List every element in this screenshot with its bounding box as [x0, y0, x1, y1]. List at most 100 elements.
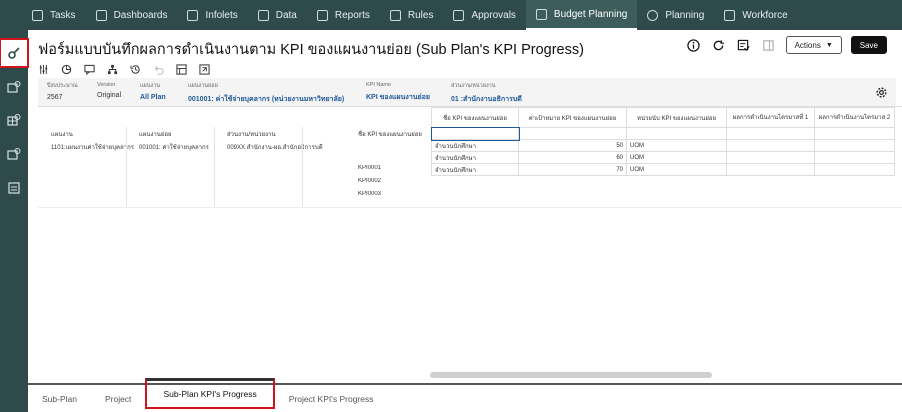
pov-fiscal-year[interactable]: ปีงบประมาณ 2567 — [47, 82, 78, 101]
sidebar-item-4[interactable] — [3, 177, 25, 199]
kpi-name-cell[interactable]: จำนวนนักศึกษา — [431, 139, 519, 152]
tab-sub-plan[interactable]: Sub-Plan — [28, 394, 91, 404]
nav-approvals-label: Approvals — [471, 9, 516, 21]
hierarchy-button[interactable] — [107, 64, 118, 75]
left-sidebar — [0, 30, 29, 412]
approvals-icon — [453, 9, 465, 21]
nav-tasks[interactable]: Tasks — [22, 0, 86, 30]
nav-reports[interactable]: Reports — [307, 0, 380, 30]
pov-value: 01 :สำนักงานอธิการบดี — [451, 96, 522, 103]
caret-down-icon: ▼ — [825, 41, 833, 49]
nav-workforce[interactable]: Workforce — [714, 0, 797, 30]
pov-value: Original — [97, 92, 122, 99]
form-validation-button[interactable] — [736, 37, 752, 53]
tab-sub-plan-kpi-progress[interactable]: Sub-Plan KPI's Progress — [145, 378, 275, 409]
infolets-icon — [187, 9, 199, 21]
grid-cell[interactable] — [814, 127, 895, 140]
kpi-name-cell[interactable]: จำนวนนักศึกษา — [431, 151, 519, 164]
info-button[interactable] — [686, 37, 702, 53]
settings-button[interactable] — [875, 86, 888, 104]
planning-icon — [647, 9, 659, 21]
pov-value: All Plan — [140, 94, 166, 101]
main-content: ฟอร์มแบบบันทึกผลการดำเนินงานตาม KPI ของแ… — [28, 30, 902, 412]
comment-button[interactable] — [84, 64, 95, 75]
history-button[interactable] — [130, 64, 141, 75]
kpi-name-cell[interactable]: จำนวนนักศึกษา — [431, 163, 519, 176]
nav-infolets-label: Infolets — [205, 9, 238, 21]
target-cell[interactable]: 50 — [518, 139, 627, 152]
nav-data[interactable]: Data — [248, 0, 307, 30]
kpi-code-cell[interactable]: KPI0002 — [358, 178, 381, 184]
column-header: ผลการดำเนินงานไตรมาสที่ 1 — [726, 107, 815, 128]
grid-cell[interactable] — [626, 127, 727, 140]
pov-kpi-name[interactable]: KPI Name KPI ของแผนงานย่อย — [366, 82, 430, 103]
pov-label: แผนงาน — [140, 83, 161, 89]
pov-label: แผนงานย่อย — [188, 83, 218, 89]
pov-sub-plan[interactable]: แผนงานย่อย 001001: ค่าใช้จ่ายบุคลากร (หน่… — [188, 82, 344, 105]
actions-button[interactable]: Actions ▼ — [785, 36, 842, 54]
unit-cell[interactable]: UOM — [626, 163, 727, 176]
sidebar-item-3[interactable] — [3, 143, 25, 165]
grid-cell[interactable] — [518, 127, 627, 140]
kpi-code-cell[interactable]: KPI0001 — [358, 165, 381, 171]
panel-toggle-button[interactable] — [761, 37, 777, 53]
row-header-area: แผนงาน แผนงานย่อย ส่วนงาน/หน่วยงาน ชื่อ … — [38, 127, 431, 159]
row-value-sub-plan[interactable]: 001001: ค่าใช้จ่ายบุคลากร — [139, 142, 223, 152]
adjust-button[interactable] — [38, 64, 49, 75]
undo-button[interactable] — [153, 64, 164, 75]
kpi-code-cell[interactable]: KPI0003 — [358, 191, 381, 197]
grid-cell[interactable] — [726, 139, 815, 152]
row-value-department[interactable]: 009XX สำนักงาน-ผอ.สำนักอธิการบดี — [227, 142, 355, 152]
form-clock-icon — [7, 81, 21, 93]
nav-budget-planning[interactable]: Budget Planning — [525, 0, 638, 30]
tab-project-kpi-progress[interactable]: Project KPI's Progress — [275, 394, 388, 404]
undo-icon — [154, 65, 164, 75]
tab-project[interactable]: Project — [91, 394, 145, 404]
export-button[interactable] — [199, 64, 210, 75]
table-icon — [176, 64, 187, 75]
panel-icon — [763, 39, 774, 51]
budget-planning-icon — [535, 8, 547, 20]
nav-infolets[interactable]: Infolets — [177, 0, 247, 30]
unit-cell[interactable]: UOM — [626, 139, 727, 152]
nav-planning[interactable]: Planning — [637, 0, 714, 30]
nav-rules[interactable]: Rules — [380, 0, 444, 30]
sidebar-item-2[interactable] — [3, 109, 25, 131]
workforce-icon — [724, 9, 736, 21]
table-row: จำนวนนักศึกษา 60 UOM — [431, 151, 895, 164]
divider — [214, 127, 215, 207]
row-value-plan[interactable]: 1101:แผนงานค่าใช้จ่ายบุคลากร — [51, 142, 135, 152]
top-navigation-bar: Tasks Dashboards Infolets Data Reports R… — [0, 0, 902, 30]
grid-cell[interactable] — [814, 139, 895, 152]
pov-department[interactable]: ส่วนงาน/หน่วยงาน 01 :สำนักงานอธิการบดี — [451, 82, 522, 105]
pov-bar: ปีงบประมาณ 2567 Version Original แผนงาน All… — [38, 78, 896, 106]
grid-cell[interactable] — [814, 163, 895, 176]
grid-cell[interactable] — [814, 151, 895, 164]
horizontal-scrollbar[interactable] — [430, 372, 712, 378]
target-cell[interactable]: 60 — [518, 151, 627, 164]
sidebar-item-1[interactable] — [3, 76, 25, 98]
grid-cell[interactable] — [726, 127, 815, 140]
refresh-button[interactable] — [711, 37, 727, 53]
sidebar-key-button[interactable] — [0, 38, 29, 68]
header-row: ชื่อ KPI ของแผนงานย่อย ค่าเป้าหมาย KPI ข… — [431, 107, 895, 128]
rules-icon — [389, 9, 401, 21]
nav-dashboards[interactable]: Dashboards — [86, 0, 178, 30]
grid-cell[interactable] — [726, 163, 815, 176]
form-clock-icon — [7, 148, 21, 160]
nav-approvals[interactable]: Approvals — [443, 0, 525, 30]
grid-view-button[interactable] — [176, 64, 187, 75]
target-cell[interactable]: 70 — [518, 163, 627, 176]
analyze-button[interactable] — [61, 64, 72, 75]
save-button[interactable]: Save — [850, 36, 887, 54]
unit-cell[interactable]: UOM — [626, 151, 727, 164]
pov-version[interactable]: Version Original — [97, 82, 121, 99]
dashboards-icon — [95, 9, 107, 21]
pov-plan[interactable]: แผนงาน All Plan — [140, 82, 166, 101]
pov-value: 001001: ค่าใช้จ่ายบุคลากร (หน่วยงานมหาวิ… — [188, 96, 345, 103]
column-header: ค่าเป้าหมาย KPI ของแผนงานย่อย — [518, 107, 627, 128]
key-icon — [8, 47, 20, 59]
grid-cell-selected[interactable] — [430, 126, 520, 141]
grid-cell[interactable] — [726, 151, 815, 164]
export-icon — [199, 64, 210, 75]
